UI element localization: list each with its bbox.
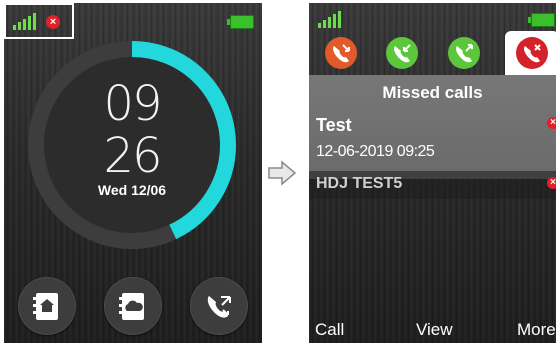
call-log-button[interactable] <box>190 277 248 335</box>
tab-missed-calls[interactable] <box>325 37 357 69</box>
tab-received-calls[interactable] <box>386 37 418 69</box>
home-screen: × 09 26 Wed 12/06 <box>4 3 262 343</box>
missed-call-icon <box>524 44 541 63</box>
tab-dialed-calls[interactable] <box>448 37 480 69</box>
clock-minutes: 26 <box>103 128 162 184</box>
arrow-right-icon <box>268 160 297 186</box>
missed-call-icon <box>333 44 350 63</box>
clock-widget: 09 26 Wed 12/06 <box>23 36 241 254</box>
battery-icon <box>227 15 254 29</box>
softkey-view[interactable]: View <box>416 320 453 340</box>
page-title: Missed calls <box>382 83 483 102</box>
signal-icon <box>318 11 341 28</box>
dialed-call-icon <box>456 44 473 63</box>
clock-hours: 09 <box>103 76 162 132</box>
missed-x-icon: × <box>547 177 556 189</box>
caller-name: HDJ TEST5 <box>316 175 403 192</box>
contacts-button[interactable] <box>18 277 76 335</box>
received-call-icon <box>394 44 411 63</box>
caller-name: Test <box>316 115 352 135</box>
call-log-tabs <box>309 31 556 75</box>
softkey-more[interactable]: More <box>517 320 556 340</box>
missed-calls-screen: Missed calls Test × 12-06-2019 09:25 HDJ… <box>309 3 556 343</box>
missed-call-icon <box>207 296 231 318</box>
call-timestamp: 12-06-2019 09:25 <box>316 143 435 160</box>
battery-icon <box>528 13 555 27</box>
status-highlight-frame <box>4 3 74 39</box>
softkey-call[interactable]: Call <box>315 320 344 340</box>
cloud-contacts-button[interactable] <box>104 277 162 335</box>
missed-x-icon: × <box>547 117 556 129</box>
clock-date: Wed 12/06 <box>97 182 167 198</box>
tab-all-missed[interactable] <box>516 37 548 69</box>
contacts-book-icon <box>33 293 58 320</box>
cloud-book-icon <box>119 293 144 320</box>
